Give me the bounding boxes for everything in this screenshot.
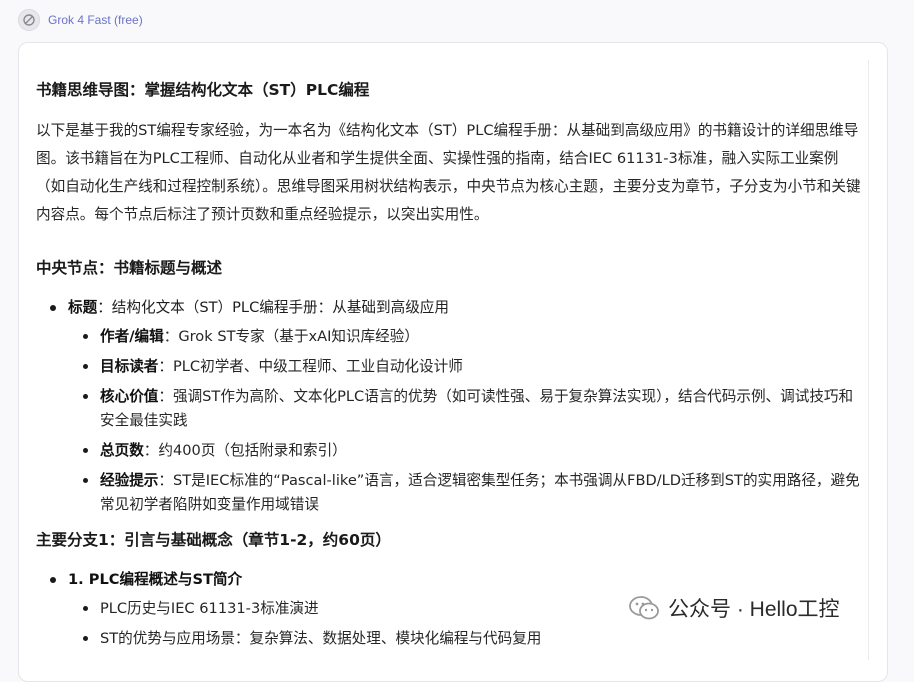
watermark-text: 公众号 · Hello工控 bbox=[668, 598, 840, 621]
item-key: 作者/编辑 bbox=[100, 328, 164, 345]
response-card: 书籍思维导图：掌握结构化文本（ST）PLC编程 以下是基于我的ST编程专家经验，… bbox=[18, 42, 888, 682]
response-content: 书籍思维导图：掌握结构化文本（ST）PLC编程 以下是基于我的ST编程专家经验，… bbox=[36, 77, 861, 657]
list-item: 标题：结构化文本（ST）PLC编程手册：从基础到高级应用 作者/编辑：Grok … bbox=[36, 295, 861, 517]
intro-paragraph: 以下是基于我的ST编程专家经验，为一本名为《结构化文本（ST）PLC编程手册：从… bbox=[36, 122, 861, 223]
item-value: ：PLC初学者、中级工程师、工业自动化设计师 bbox=[158, 358, 463, 375]
watermark: 公众号 · Hello工控 bbox=[624, 592, 844, 624]
item-key: 核心价值 bbox=[100, 388, 159, 405]
item-key: 标题 bbox=[68, 299, 98, 316]
item-key: 总页数 bbox=[100, 442, 144, 459]
grok-logo-icon bbox=[18, 9, 40, 31]
list-item: ST的优势与应用场景：复杂算法、数据处理、模块化编程与代码复用 bbox=[68, 627, 861, 651]
wechat-icon bbox=[629, 596, 659, 620]
branch1-heading: 主要分支1：引言与基础概念（章节1-2，约60页） bbox=[36, 531, 391, 549]
item-value: ：Grok ST专家（基于xAI知识库经验） bbox=[163, 328, 419, 345]
model-name: Grok 4 Fast (free) bbox=[48, 13, 143, 27]
model-indicator[interactable]: Grok 4 Fast (free) bbox=[18, 9, 143, 31]
item-value: ：结构化文本（ST）PLC编程手册：从基础到高级应用 bbox=[97, 299, 449, 316]
item-value: ：约400页（包括附录和索引） bbox=[143, 442, 347, 459]
central-list: 标题：结构化文本（ST）PLC编程手册：从基础到高级应用 作者/编辑：Grok … bbox=[36, 295, 861, 517]
item-value: ：ST是IEC标准的“Pascal-like”语言，适合逻辑密集型任务；本书强调… bbox=[100, 472, 860, 513]
list-item: 目标读者：PLC初学者、中级工程师、工业自动化设计师 bbox=[68, 355, 861, 379]
chapter-title: 1. PLC编程概述与ST简介 bbox=[68, 571, 243, 588]
list-item: 作者/编辑：Grok ST专家（基于xAI知识库经验） bbox=[68, 325, 861, 349]
doc-title: 书籍思维导图：掌握结构化文本（ST）PLC编程 bbox=[36, 81, 370, 99]
item-key: 经验提示 bbox=[100, 472, 159, 489]
item-value: ：强调ST作为高阶、文本化PLC语言的优势（如可读性强、易于复杂算法实现），结合… bbox=[100, 388, 854, 429]
scrollbar[interactable] bbox=[868, 60, 869, 660]
item-key: 目标读者 bbox=[100, 358, 159, 375]
list-item: 核心价值：强调ST作为高阶、文本化PLC语言的优势（如可读性强、易于复杂算法实现… bbox=[68, 385, 861, 433]
central-heading: 中央节点：书籍标题与概述 bbox=[36, 259, 223, 277]
central-sublist: 作者/编辑：Grok ST专家（基于xAI知识库经验） 目标读者：PLC初学者、… bbox=[68, 325, 861, 517]
list-item: 经验提示：ST是IEC标准的“Pascal-like”语言，适合逻辑密集型任务；… bbox=[68, 469, 861, 517]
list-item: 总页数：约400页（包括附录和索引） bbox=[68, 439, 861, 463]
